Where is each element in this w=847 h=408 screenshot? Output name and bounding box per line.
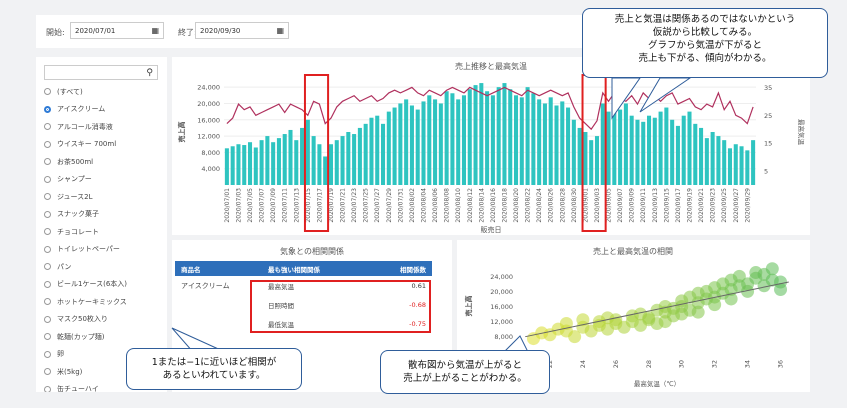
callout-line: 1または−1に近いほど相関が — [151, 357, 277, 368]
callout-line: 散布図から気温が上がると — [407, 360, 522, 371]
callout-line: 売上も下がる、傾向がわかる。 — [638, 53, 772, 64]
callout-correlation-note: 1または−1に近いほど相関が あるといわれています。 — [126, 348, 302, 390]
callout-line: グラフから気温が下がると — [647, 40, 762, 51]
callout-scatter-note: 散布図から気温が上がると 売上が上がることがわかる。 — [380, 350, 550, 394]
callout-line: 仮説から比較してみる。 — [652, 27, 758, 38]
callout-line: 売上が上がることがわかる。 — [403, 373, 527, 384]
callout-line: 売上と気温は関係あるのではないかという — [614, 14, 796, 25]
callout-line: あるといわれています。 — [162, 370, 266, 381]
callout-hypothesis: 売上と気温は関係あるのではないかという 仮説から比較してみる。 グラフから気温が下が… — [582, 8, 828, 78]
